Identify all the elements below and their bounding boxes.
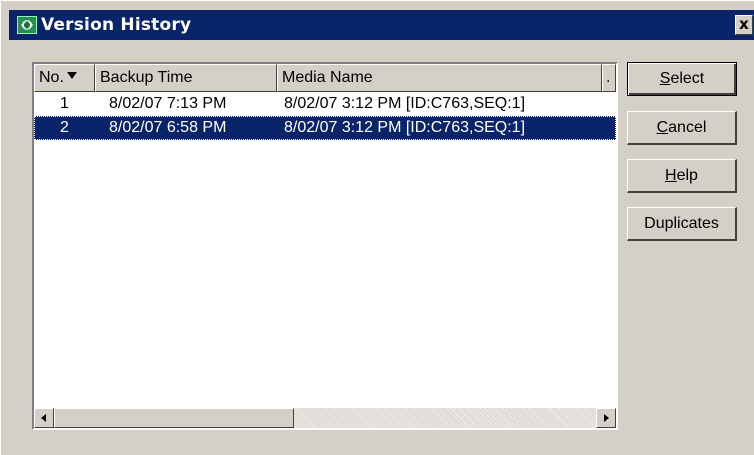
table-row-selected[interactable]: 2 8/02/07 6:58 PM 8/02/07 3:12 PM [ID:C7… [34, 116, 616, 140]
cancel-button[interactable]: Cancel [627, 111, 737, 145]
version-history-app-icon [17, 16, 37, 34]
version-list[interactable]: No. Backup Time Media Name . 1 8/02/07 7… [32, 62, 618, 430]
duplicates-label: Duplicates [644, 215, 719, 232]
row-number: 1 [60, 95, 69, 112]
version-history-dialog: Version History x No. Backup Time Media … [0, 0, 754, 455]
column-header-label: Media Name [282, 69, 373, 86]
duplicates-button[interactable]: Duplicates [627, 207, 737, 241]
table-row[interactable]: 1 8/02/07 7:13 PM 8/02/07 3:12 PM [ID:C7… [34, 92, 616, 116]
select-accelerator: S [659, 70, 671, 87]
row-media-name: 8/02/07 3:12 PM [ID:C763,SEQ:1] [284, 119, 526, 136]
column-header-label: . [606, 69, 611, 86]
title-bar[interactable]: Version History x [9, 10, 754, 40]
help-label: elp [676, 167, 698, 184]
row-backup-time: 8/02/07 6:58 PM [109, 119, 227, 136]
select-label: elect [670, 70, 705, 87]
row-number: 2 [60, 119, 69, 136]
close-icon: x [739, 15, 749, 33]
help-accelerator: H [665, 167, 677, 184]
column-header-label: No. [39, 69, 64, 86]
arrow-right-icon [604, 414, 609, 422]
row-media-name: 8/02/07 3:12 PM [ID:C763,SEQ:1] [284, 95, 526, 112]
column-header-media-name[interactable]: Media Name [277, 64, 602, 92]
arrow-left-icon [41, 414, 46, 422]
close-button[interactable]: x [735, 15, 753, 35]
column-header-extra[interactable]: . [602, 64, 616, 92]
column-header-label: Backup Time [100, 69, 193, 86]
cancel-accelerator: C [656, 119, 669, 136]
help-button[interactable]: Help [627, 159, 737, 193]
horizontal-scrollbar[interactable] [34, 408, 616, 428]
row-backup-time: 8/02/07 7:13 PM [109, 95, 227, 112]
cancel-label: ancel [668, 119, 707, 136]
list-header: No. Backup Time Media Name . [34, 64, 616, 92]
sort-descending-icon [66, 72, 77, 79]
window-title: Version History [41, 15, 192, 35]
scroll-thumb[interactable] [54, 408, 294, 428]
column-header-no[interactable]: No. [34, 64, 95, 92]
scroll-left-button[interactable] [34, 408, 54, 428]
scroll-right-button[interactable] [596, 408, 616, 428]
select-button[interactable]: Select [627, 62, 737, 96]
column-header-backup-time[interactable]: Backup Time [95, 64, 277, 92]
